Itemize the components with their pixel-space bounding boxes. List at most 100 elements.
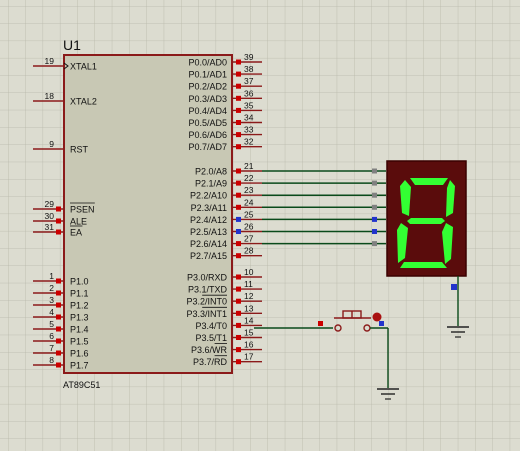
pin-number: 24 (244, 197, 254, 207)
pin-state-marker (236, 168, 241, 174)
display-pin-marker (372, 168, 377, 174)
pin-state-marker (56, 326, 61, 332)
pin-state-marker (236, 298, 241, 304)
pin-number: 10 (244, 267, 254, 277)
display-common-pin[interactable] (451, 284, 457, 290)
pin-name: P1.6 (70, 349, 89, 359)
pin-name: PSEN (70, 205, 95, 215)
pin-number: 16 (244, 340, 254, 350)
pin-name: P1.1 (70, 289, 89, 299)
pin-name: P0.7/AD7 (188, 142, 227, 152)
button-toggle-dot[interactable] (372, 312, 382, 322)
pin-state-marker (236, 241, 241, 247)
pin-state-marker (236, 229, 241, 234)
pin-state-marker (236, 274, 241, 280)
pin-number: 4 (49, 307, 54, 317)
pin-state-marker (236, 71, 241, 77)
pin-number: 30 (45, 211, 55, 221)
pin-number: 38 (244, 64, 254, 74)
pin-name: P0.6/AD6 (188, 130, 227, 140)
pin-number: 36 (244, 88, 254, 98)
pin-number: 9 (49, 139, 54, 149)
pin-number: 35 (244, 100, 254, 110)
pin-state-marker (236, 204, 241, 210)
pin-name: P3.4/T0 (195, 321, 227, 331)
pin-name: P1.7 (70, 361, 89, 371)
pin-state-marker (236, 192, 241, 198)
pin-name: EA (70, 228, 82, 238)
pin-number: 5 (49, 319, 54, 329)
pin-state-marker (56, 362, 61, 368)
pin-state-marker (236, 144, 241, 150)
pin-number: 7 (49, 343, 54, 353)
segment-d (400, 262, 447, 268)
pin-name: P1.4 (70, 325, 89, 335)
pin-name: P0.3/AD3 (188, 94, 227, 104)
pin-number: 8 (49, 355, 54, 365)
pin-name: P3.6/WR (191, 345, 228, 355)
pin-name: P2.7/A15 (190, 251, 227, 261)
pin-number: 13 (244, 303, 254, 313)
pin-state-marker (236, 335, 241, 340)
pin-number: 17 (244, 352, 254, 362)
pin-number: 39 (244, 52, 254, 62)
pin-name: P3.7/RD (193, 357, 228, 367)
pin-number: 21 (244, 161, 254, 171)
pin-number: 2 (49, 283, 54, 293)
pin-state-marker (236, 59, 241, 65)
pin-state-marker (56, 350, 61, 356)
pin-state-marker (236, 322, 241, 328)
pin-name: P3.2/INT0 (186, 297, 227, 307)
pin-state-marker (236, 95, 241, 101)
pin-state-marker (236, 132, 241, 138)
pin-number: 12 (244, 291, 254, 301)
pin-number: 19 (45, 56, 55, 66)
pin-name: P3.5/T1 (195, 333, 227, 343)
pin-name: P2.4/A12 (190, 215, 227, 225)
pin-number: 34 (244, 113, 254, 123)
pin-number: 37 (244, 76, 254, 86)
pin-name: P2.1/A9 (195, 179, 227, 189)
pin-name: P0.1/AD1 (188, 70, 227, 80)
schematic-canvas[interactable]: U1 AT89C51 19 XTAL1 18 XTAL2 9 RST 29 PSEN 30 ALE… (0, 0, 520, 451)
segment-g (407, 218, 445, 224)
pin-name: P2.3/A11 (191, 203, 227, 213)
pin-state-marker (56, 206, 61, 212)
pin-state-marker (236, 347, 241, 353)
display-pin-marker (372, 229, 377, 234)
pin-state-marker (56, 278, 61, 284)
pin-number: 25 (244, 209, 254, 219)
pin-name: P3.0/RXD (187, 273, 228, 283)
pin-state-marker (236, 310, 241, 316)
pin-name: P0.4/AD4 (188, 106, 227, 116)
pin-state-marker (56, 290, 61, 296)
pin-name: XTAL2 (70, 97, 97, 107)
pin-name: XTAL1 (70, 62, 97, 72)
pin-state-marker (236, 359, 241, 365)
pin-number: 1 (49, 271, 54, 281)
pin-number: 23 (244, 185, 254, 195)
pin-name: P2.2/A10 (190, 191, 227, 201)
pin-name: ALE (70, 217, 87, 227)
pin-name: P1.3 (70, 313, 89, 323)
display-pin-marker (372, 241, 377, 247)
pin-state-marker (236, 83, 241, 89)
pin-state-marker (56, 229, 61, 235)
pin-name: P0.0/AD0 (188, 58, 227, 68)
pin-name: P3.1/TXD (188, 285, 228, 295)
schematic-svg: U1 AT89C51 19XTAL118XTAL29RST29PSEN30ALE… (0, 0, 520, 451)
pin-name: P2.0/A8 (195, 167, 227, 177)
pin-number: 14 (244, 315, 254, 325)
pin-state-marker (56, 302, 61, 308)
display-pin-marker (372, 192, 377, 198)
chip-ref-label: U1 (63, 37, 81, 53)
pin-state-marker (236, 286, 241, 292)
pin-name: P1.0 (70, 277, 89, 287)
pin-name: P0.5/AD5 (188, 118, 227, 128)
chip-part-label: AT89C51 (63, 380, 100, 390)
pin-name: P3.3/INT1 (186, 309, 227, 319)
pin-state-marker (236, 107, 241, 113)
pin-number: 11 (244, 279, 253, 289)
pin-state-marker (236, 216, 241, 222)
pin-name: RST (70, 145, 89, 155)
